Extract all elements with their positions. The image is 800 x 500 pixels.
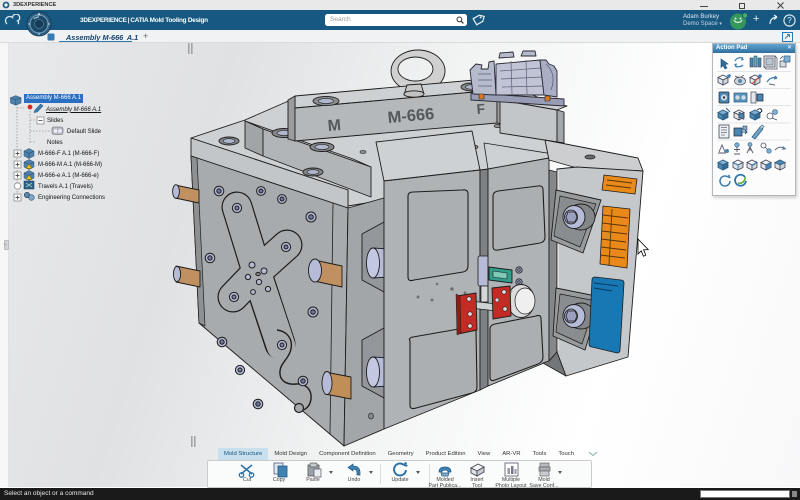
svg-text:?: ?	[787, 16, 792, 25]
svg-text:M: M	[327, 117, 342, 135]
